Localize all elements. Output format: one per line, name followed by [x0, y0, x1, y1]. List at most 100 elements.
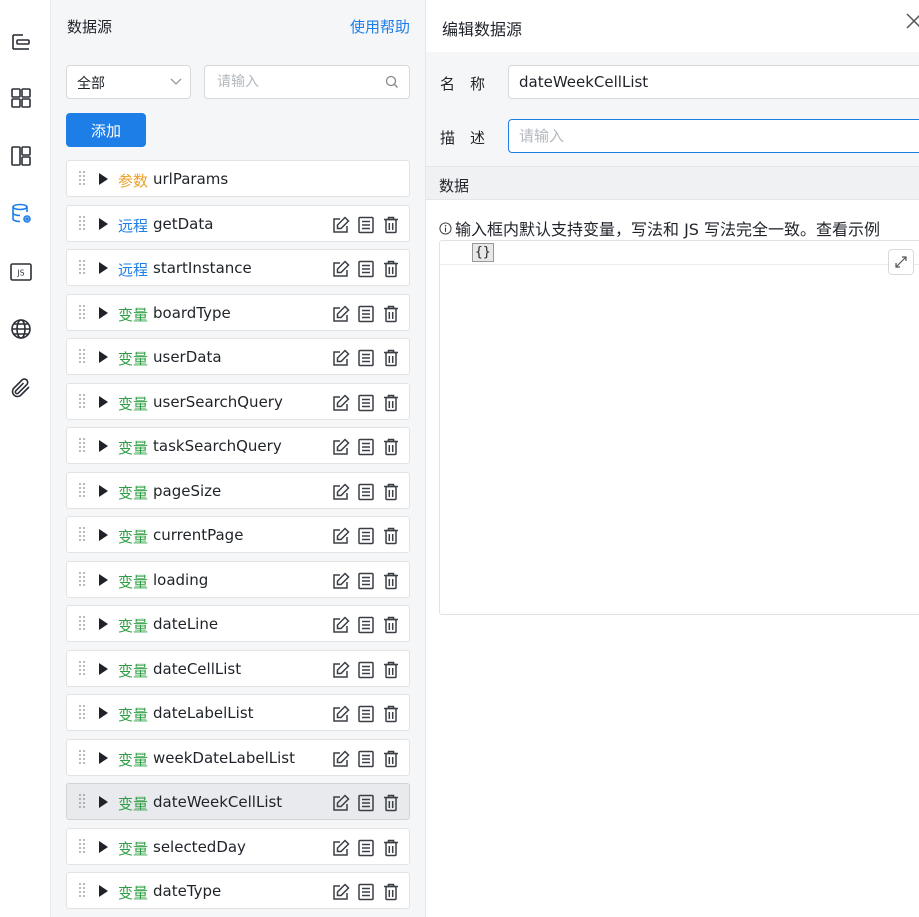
view-list-icon[interactable] — [356, 793, 376, 813]
attachment-icon[interactable] — [8, 375, 34, 401]
drag-handle-icon[interactable] — [78, 304, 86, 322]
view-list-icon[interactable] — [356, 615, 376, 635]
expand-arrow-icon[interactable] — [99, 885, 108, 897]
edit-icon[interactable] — [331, 348, 351, 368]
name-field[interactable] — [508, 65, 919, 99]
datasource-item[interactable]: 变量 loading — [66, 560, 410, 598]
edit-icon[interactable] — [331, 437, 351, 457]
drag-handle-icon[interactable] — [78, 571, 86, 589]
layout-icon[interactable] — [8, 143, 34, 169]
expand-editor-button[interactable] — [888, 249, 914, 275]
drag-handle-icon[interactable] — [78, 393, 86, 411]
expand-arrow-icon[interactable] — [99, 618, 108, 630]
view-list-icon[interactable] — [356, 660, 376, 680]
expand-arrow-icon[interactable] — [99, 796, 108, 808]
expand-arrow-icon[interactable] — [99, 573, 108, 586]
drag-handle-icon[interactable] — [78, 793, 86, 811]
search-input[interactable] — [204, 65, 410, 99]
type-filter-select[interactable]: 全部 — [66, 65, 191, 99]
expand-arrow-icon[interactable] — [99, 840, 108, 853]
datasource-item[interactable]: 变量 userSearchQuery — [66, 382, 410, 420]
js-icon[interactable]: JS — [8, 259, 34, 285]
delete-icon[interactable] — [381, 571, 401, 591]
drag-handle-icon[interactable] — [78, 215, 86, 233]
delete-icon[interactable] — [381, 437, 401, 457]
expand-arrow-icon[interactable] — [99, 262, 108, 274]
datasource-item[interactable]: 变量 weekDateLabelList — [66, 738, 410, 776]
view-list-icon[interactable] — [356, 571, 376, 591]
datasource-item[interactable]: 变量 pageSize — [66, 471, 410, 509]
datasource-item[interactable]: 变量 boardType — [66, 293, 410, 331]
drag-handle-icon[interactable] — [78, 348, 86, 366]
delete-icon[interactable] — [381, 793, 401, 813]
expand-arrow-icon[interactable] — [99, 662, 108, 675]
view-list-icon[interactable] — [356, 259, 376, 279]
edit-icon[interactable] — [331, 571, 351, 591]
edit-icon[interactable] — [331, 615, 351, 635]
view-list-icon[interactable] — [356, 882, 376, 902]
drag-handle-icon[interactable] — [78, 526, 86, 544]
code-editor[interactable]: {} — [439, 240, 919, 615]
datasource-item[interactable]: 变量 dateType — [66, 872, 410, 909]
delete-icon[interactable] — [381, 304, 401, 324]
globe-icon[interactable] — [8, 316, 34, 342]
drag-handle-icon[interactable] — [78, 838, 86, 856]
edit-icon[interactable] — [331, 393, 351, 413]
view-list-icon[interactable] — [356, 304, 376, 324]
drag-handle-icon[interactable] — [78, 615, 86, 633]
expand-arrow-icon[interactable] — [99, 395, 108, 408]
delete-icon[interactable] — [381, 749, 401, 769]
view-list-icon[interactable] — [356, 838, 376, 858]
datasource-item[interactable]: 变量 dateLabelList — [66, 694, 410, 731]
drag-handle-icon[interactable] — [78, 704, 86, 722]
expand-arrow-icon[interactable] — [99, 173, 108, 185]
view-list-icon[interactable] — [356, 704, 376, 724]
edit-icon[interactable] — [331, 660, 351, 680]
datasource-item[interactable]: 远程 startInstance — [66, 249, 410, 286]
datasource-item[interactable]: 变量 selectedDay — [66, 827, 410, 865]
edit-icon[interactable] — [331, 259, 351, 279]
expand-arrow-icon[interactable] — [99, 529, 108, 541]
datasource-item[interactable]: 变量 dateWeekCellList — [66, 783, 410, 820]
view-list-icon[interactable] — [356, 526, 376, 546]
delete-icon[interactable] — [381, 259, 401, 279]
delete-icon[interactable] — [381, 526, 401, 546]
add-button[interactable]: 添加 — [66, 113, 146, 147]
view-list-icon[interactable] — [356, 437, 376, 457]
delete-icon[interactable] — [381, 704, 401, 724]
datasource-item[interactable]: 变量 dateLine — [66, 605, 410, 642]
view-list-icon[interactable] — [356, 749, 376, 769]
edit-icon[interactable] — [331, 215, 351, 235]
components-grid-icon[interactable] — [8, 85, 34, 111]
edit-icon[interactable] — [331, 882, 351, 902]
datasource-icon[interactable] — [8, 201, 34, 227]
edit-icon[interactable] — [331, 704, 351, 724]
delete-icon[interactable] — [381, 838, 401, 858]
expand-arrow-icon[interactable] — [99, 707, 108, 719]
drag-handle-icon[interactable] — [78, 437, 86, 455]
delete-icon[interactable] — [381, 393, 401, 413]
expand-arrow-icon[interactable] — [99, 751, 108, 764]
datasource-item[interactable]: 远程 getData — [66, 204, 410, 242]
expand-arrow-icon[interactable] — [99, 484, 108, 497]
delete-icon[interactable] — [381, 348, 401, 368]
datasource-item[interactable]: 变量 currentPage — [66, 516, 410, 553]
view-list-icon[interactable] — [356, 393, 376, 413]
search-icon[interactable] — [384, 74, 400, 90]
expand-arrow-icon[interactable] — [99, 351, 108, 363]
delete-icon[interactable] — [381, 215, 401, 235]
edit-icon[interactable] — [331, 749, 351, 769]
delete-icon[interactable] — [381, 882, 401, 902]
edit-icon[interactable] — [331, 793, 351, 813]
edit-icon[interactable] — [331, 482, 351, 502]
view-list-icon[interactable] — [356, 482, 376, 502]
drag-handle-icon[interactable] — [78, 660, 86, 678]
datasource-item[interactable]: 参数 urlParams — [66, 160, 410, 197]
expand-arrow-icon[interactable] — [99, 306, 108, 319]
drag-handle-icon[interactable] — [78, 259, 86, 277]
drag-handle-icon[interactable] — [78, 749, 86, 767]
delete-icon[interactable] — [381, 660, 401, 680]
edit-icon[interactable] — [331, 838, 351, 858]
expand-arrow-icon[interactable] — [99, 440, 108, 452]
help-link[interactable]: 使用帮助 — [350, 16, 410, 37]
